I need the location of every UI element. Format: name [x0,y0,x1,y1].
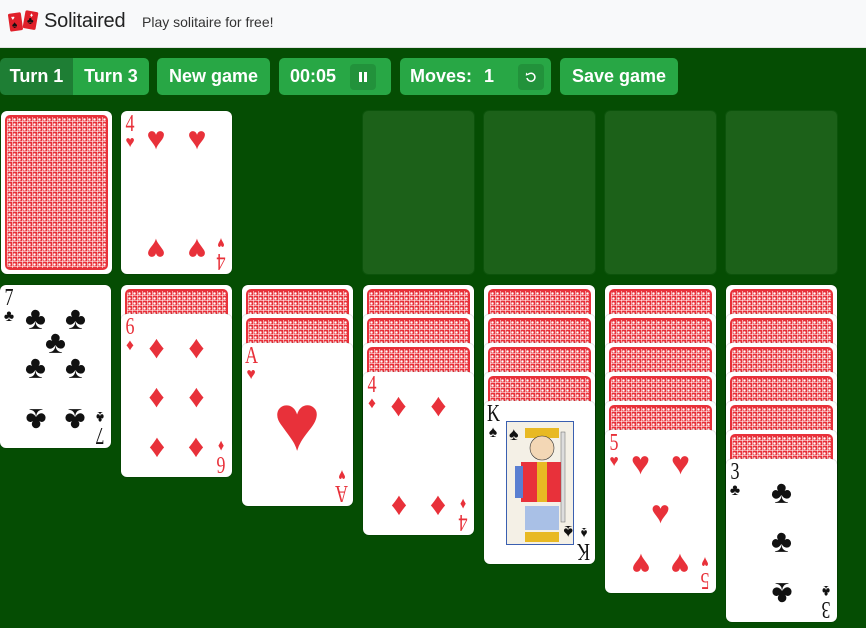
undo-button[interactable] [518,63,545,90]
stock-pile[interactable] [1,111,112,274]
club-pip: ♣ [771,576,792,613]
foundation-slot-2[interactable] [483,110,596,275]
tableau-card-5-heart[interactable]: 5 ♥ 5 ♥ ♥ ♥ ♥ ♥ ♥ [605,430,716,593]
card-corner-bottom: K ♠ [576,524,590,564]
diamond-pip: ♦ [390,489,407,526]
save-game-button[interactable]: Save game [560,58,678,95]
card-corner-top: 4 ♦ [367,372,377,412]
club-pip: ♣ [64,348,86,385]
tagline: Play solitaire for free! [142,14,274,30]
svg-text:♥: ♥ [11,16,15,22]
moves-value: 1 [484,66,495,86]
heart-pip: ♥ [187,232,207,268]
foundation-slot-3[interactable] [604,110,717,275]
heart-pip: ♥ [146,232,166,268]
foundation-slot-4[interactable] [725,110,838,275]
club-pip: ♣ [64,402,86,439]
diamond-pip: ♦ [188,328,205,365]
card-corner-bottom: 4 ♥ [216,234,226,274]
king-face-artwork: ♠ ♠ [506,421,574,545]
tableau-card-K-spade[interactable]: K ♠ K ♠ ♠ ♠ [484,401,595,564]
diamond-pip: ♦ [148,377,165,414]
site-header: ♠ ♣ ♥ ♦ Solitaired Play solitaire for fr… [0,0,866,48]
diamond-pip: ♦ [188,377,205,414]
card-corner-bottom: 5 ♥ [700,553,710,593]
card-back-pattern [5,115,108,270]
svg-text:♠: ♠ [563,522,573,542]
card-corner-bottom: 7 ♣ [95,408,105,448]
diamond-pip: ♦ [390,386,407,423]
diamond-pip: ♦ [430,489,447,526]
heart-pip: ♥ [273,378,321,467]
card-corner-bottom: 4 ♦ [458,495,468,535]
club-pip: ♣ [25,402,47,439]
svg-text:♠: ♠ [509,424,519,444]
tableau-card-6-diamond[interactable]: 6 ♦ 6 ♦ ♦ ♦ ♦ ♦ ♦ ♦ [121,314,232,477]
pause-button[interactable] [350,63,377,90]
heart-pip: ♥ [631,547,651,584]
club-pip: ♣ [771,473,792,510]
turn-1-button[interactable]: Turn 1 [0,58,73,95]
tableau-card-3-club[interactable]: 3 ♣ 3 ♣ ♣ ♣ ♣ [726,459,837,622]
new-game-label: New game [168,66,259,86]
card-corner-top: 5 ♥ [609,430,619,470]
diamond-pip: ♦ [148,431,165,468]
diamond-pip: ♦ [188,431,205,468]
club-pip: ♣ [771,522,792,559]
card-corner-top: 3 ♣ [729,459,741,499]
turn-3-button[interactable]: Turn 3 [73,58,149,95]
turn-3-label: Turn 3 [84,66,138,86]
waste-pile-card[interactable]: 4 ♥ 4 ♥ ♥ ♥ ♥ ♥ [121,111,232,274]
timer-value: 00:05 [290,66,337,86]
turn-1-label: Turn 1 [9,66,64,86]
heart-pip: ♥ [631,444,651,481]
heart-pip: ♥ [670,547,690,584]
club-pip: ♣ [25,348,47,385]
card-corner-top: 6 ♦ [125,314,135,354]
svg-text:♦: ♦ [30,13,33,19]
tableau-card-A-heart[interactable]: A ♥ A ♥ ♥ [242,343,353,506]
save-game-label: Save game [571,66,667,86]
undo-icon [525,71,536,82]
heart-pip: ♥ [187,120,207,156]
card-corner-top: A ♥ [245,343,259,383]
card-corner-top: K ♠ [487,401,501,441]
card-corner-bottom: A ♥ [334,466,348,506]
timer-display: 00:05 [279,58,391,95]
diamond-pip: ♦ [148,328,165,365]
moves-label: Moves: [410,66,473,86]
moves-counter: Moves: 1 [400,58,551,95]
card-corner-top: 4 ♥ [125,111,135,151]
foundation-slot-1[interactable] [362,110,475,275]
heart-pip: ♥ [146,120,166,156]
pause-icon [359,71,368,82]
card-corner-bottom: 6 ♦ [216,437,226,477]
diamond-pip: ♦ [430,386,447,423]
tableau-card-4-diamond[interactable]: 4 ♦ 4 ♦ ♦ ♦ ♦ ♦ [363,372,474,535]
new-game-button[interactable]: New game [157,58,270,95]
card-corner-top: 7 ♣ [3,285,15,325]
brand-name[interactable]: Solitaired [44,10,126,33]
tableau-card-7-club[interactable]: 7 ♣ 7 ♣ ♣ ♣ ♣ ♣ ♣ ♣ ♣ [0,285,111,448]
heart-pip: ♥ [670,444,690,481]
two-cards-logo-icon[interactable]: ♠ ♣ ♥ ♦ [8,9,40,33]
card-corner-bottom: 3 ♣ [821,582,831,622]
heart-pip: ♥ [651,493,670,530]
